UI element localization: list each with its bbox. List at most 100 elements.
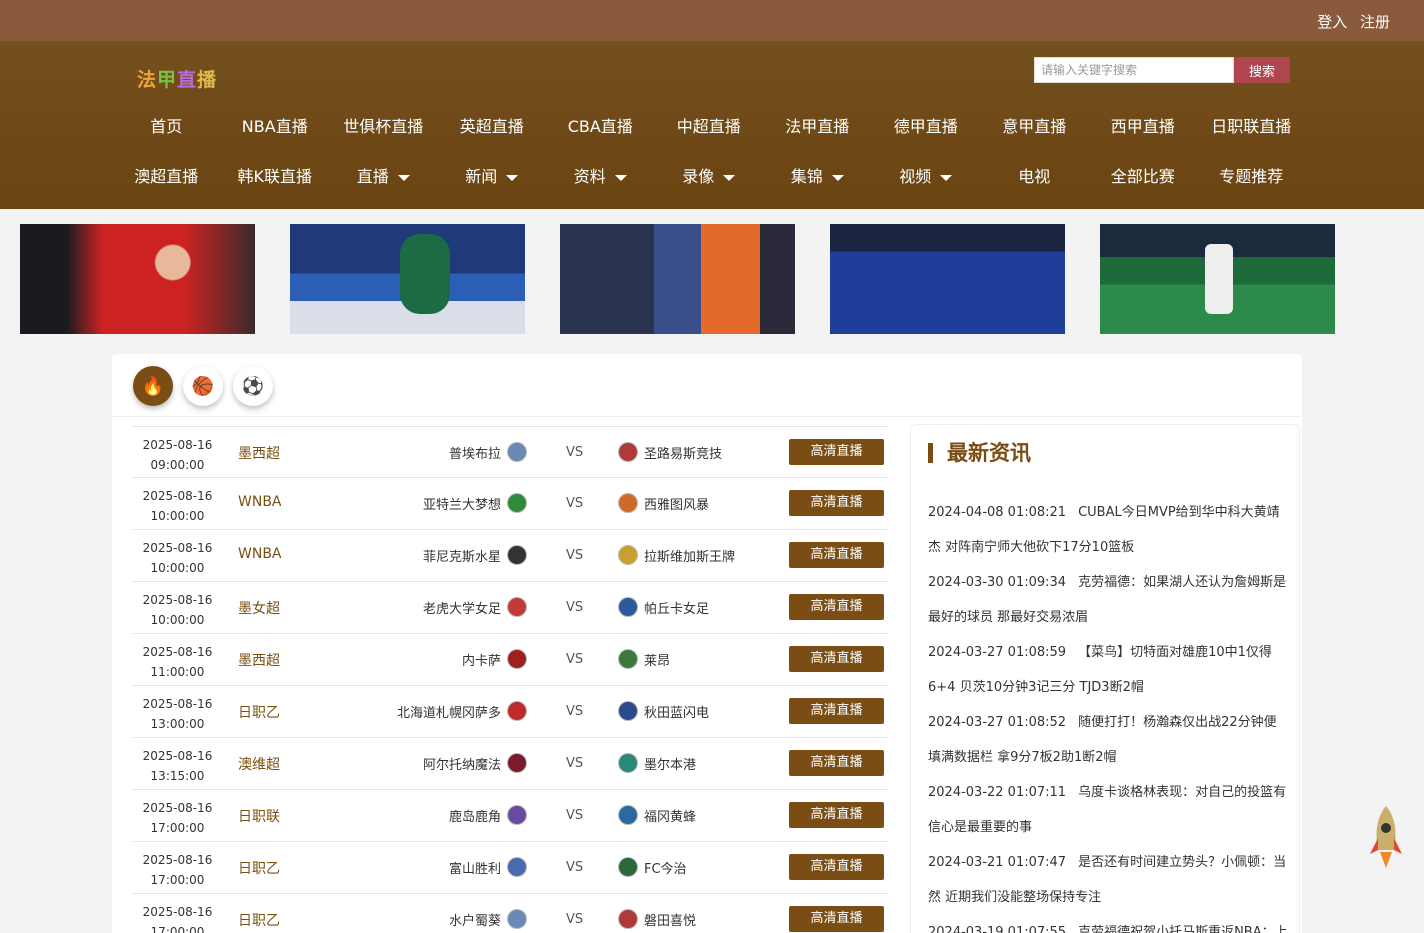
- league-name[interactable]: 澳维超: [238, 754, 280, 774]
- vs-label: VS: [566, 912, 584, 927]
- news-item[interactable]: 2024-03-22 01:07:11 乌度卡谈格林表现：对自己的投篮有信心是最重…: [928, 775, 1288, 845]
- nav-item[interactable]: 专题推荐: [1197, 166, 1306, 188]
- league-name[interactable]: 墨西超: [238, 443, 280, 463]
- news-time: 2024-03-27 01:08:59: [928, 645, 1067, 660]
- banner-image-football-player[interactable]: [20, 224, 255, 334]
- search-input[interactable]: [1034, 57, 1234, 83]
- fire-icon[interactable]: 🔥: [133, 366, 173, 406]
- nav-item[interactable]: 法甲直播: [763, 116, 872, 138]
- league-name[interactable]: WNBA: [238, 546, 282, 562]
- banner-image-football-match[interactable]: [1100, 224, 1335, 334]
- news-item[interactable]: 2024-04-08 01:08:21 CUBAL今日MVP给到华中科大黄靖杰 对…: [928, 495, 1288, 565]
- news-item[interactable]: 2024-03-27 01:08:52 随便打打！杨瀚森仅出战22分钟便填满数据栏…: [928, 705, 1288, 775]
- nav-item[interactable]: 意甲直播: [980, 116, 1089, 138]
- sport-tabs: 🔥 🏀 ⚽: [133, 366, 273, 406]
- league-name[interactable]: 日职乙: [238, 858, 280, 878]
- hd-live-button[interactable]: 高清直播: [789, 439, 884, 465]
- home-team[interactable]: 亚特兰大梦想: [423, 493, 527, 513]
- hd-live-button[interactable]: 高清直播: [789, 802, 884, 828]
- nav-item[interactable]: 日职联直播: [1197, 116, 1306, 138]
- away-team[interactable]: 莱昂: [618, 649, 670, 669]
- back-to-top-rocket-icon[interactable]: [1366, 804, 1406, 870]
- nav-item[interactable]: 集锦: [763, 166, 872, 188]
- login-link[interactable]: 登入: [1317, 13, 1347, 31]
- home-team[interactable]: 菲尼克斯水星: [423, 545, 527, 565]
- nav-item[interactable]: CBA直播: [546, 116, 655, 138]
- nav-item[interactable]: 全部比赛: [1089, 166, 1198, 188]
- hd-live-button[interactable]: 高清直播: [789, 542, 884, 568]
- hd-live-button[interactable]: 高清直播: [789, 698, 884, 724]
- hd-live-button[interactable]: 高清直播: [789, 594, 884, 620]
- news-item[interactable]: 2024-03-27 01:08:59 【菜鸟】切特面对雄鹿10中1仅得6+4 贝…: [928, 635, 1288, 705]
- hd-live-button[interactable]: 高清直播: [789, 646, 884, 672]
- divider: [112, 416, 1302, 417]
- hd-live-button[interactable]: 高清直播: [789, 854, 884, 880]
- away-team[interactable]: 秋田蓝闪电: [618, 701, 709, 721]
- away-team[interactable]: 圣路易斯竞技: [618, 442, 722, 462]
- news-time: 2024-03-19 01:07:55: [928, 925, 1067, 933]
- nav-item-label: 韩K联直播: [237, 167, 313, 186]
- nav-item[interactable]: 电视: [980, 166, 1089, 188]
- away-team[interactable]: 拉斯维加斯王牌: [618, 545, 735, 565]
- vs-label: VS: [566, 652, 584, 667]
- home-team[interactable]: 阿尔托纳魔法: [423, 753, 527, 773]
- nav-item[interactable]: 录像: [655, 166, 764, 188]
- news-item[interactable]: 2024-03-21 01:07:47 是否还有时间建立势头？小佩顿：当然 近期我…: [928, 845, 1288, 915]
- news-item[interactable]: 2024-03-19 01:07:55 克劳福德祝贺小托马斯重返NBA：上: [928, 915, 1288, 933]
- nav-item[interactable]: 德甲直播: [872, 116, 981, 138]
- home-team-name: 内卡萨: [461, 653, 501, 669]
- away-team[interactable]: 磐田喜悦: [618, 909, 696, 929]
- match-date: 2025-08-16: [142, 438, 213, 452]
- home-team[interactable]: 北海道札幌冈萨多: [397, 701, 527, 721]
- search-form: 搜索: [1034, 57, 1290, 83]
- away-team[interactable]: 福冈黄蜂: [618, 805, 696, 825]
- home-team[interactable]: 富山胜利: [449, 857, 527, 877]
- home-team[interactable]: 水户蜀葵: [449, 909, 527, 929]
- search-button[interactable]: 搜索: [1234, 57, 1290, 83]
- league-name[interactable]: 日职联: [238, 806, 280, 826]
- soccer-ball-icon[interactable]: ⚽: [233, 366, 273, 406]
- nav-item[interactable]: 中超直播: [655, 116, 764, 138]
- league-name[interactable]: 日职乙: [238, 702, 280, 722]
- nav-item[interactable]: NBA直播: [221, 116, 330, 138]
- league-name[interactable]: 墨西超: [238, 650, 280, 670]
- league-name[interactable]: 日职乙: [238, 910, 280, 930]
- home-team[interactable]: 内卡萨: [462, 649, 527, 669]
- nav-item[interactable]: 首页: [112, 116, 221, 138]
- nav-item[interactable]: 视频: [872, 166, 981, 188]
- home-team[interactable]: 老虎大学女足: [423, 597, 527, 617]
- match-row: 2025-08-16 11:00:00 墨西超 内卡萨 VS 莱昂 高清直播: [132, 634, 889, 686]
- nav-item[interactable]: 韩K联直播: [221, 166, 330, 188]
- league-name[interactable]: WNBA: [238, 494, 282, 510]
- away-team[interactable]: 墨尔本港: [618, 753, 696, 773]
- nav-item[interactable]: 直播: [329, 166, 438, 188]
- banner-image-trophy-celebration[interactable]: [830, 224, 1065, 334]
- hd-live-button[interactable]: 高清直播: [789, 906, 884, 932]
- home-team-logo-icon: [507, 545, 527, 565]
- away-team[interactable]: FC今治: [618, 857, 687, 877]
- home-team[interactable]: 普埃布拉: [449, 442, 527, 462]
- register-link[interactable]: 注册: [1360, 13, 1390, 31]
- news-item[interactable]: 2024-03-30 01:09:34 克劳福德：如果湖人还认为詹姆斯是最好的球员…: [928, 565, 1288, 635]
- league-name[interactable]: 墨女超: [238, 598, 280, 618]
- nav-item[interactable]: 资料: [546, 166, 655, 188]
- banner-image-basketball[interactable]: [290, 224, 525, 334]
- news-headline: 克劳福德祝贺小托马斯重返NBA：上: [1078, 925, 1288, 933]
- nav-item[interactable]: 澳超直播: [112, 166, 221, 188]
- caret-down-icon: [506, 174, 519, 181]
- away-team[interactable]: 西雅图风暴: [618, 493, 709, 513]
- hd-live-button[interactable]: 高清直播: [789, 750, 884, 776]
- nav-item[interactable]: 西甲直播: [1089, 116, 1198, 138]
- nav-item[interactable]: 新闻: [438, 166, 547, 188]
- hd-live-button[interactable]: 高清直播: [789, 490, 884, 516]
- away-team[interactable]: 帕丘卡女足: [618, 597, 709, 617]
- banner-image-nba[interactable]: [560, 224, 795, 334]
- nav-item[interactable]: 英超直播: [438, 116, 547, 138]
- nav-item[interactable]: 世俱杯直播: [329, 116, 438, 138]
- home-team[interactable]: 鹿岛鹿角: [449, 805, 527, 825]
- home-team-name: 老虎大学女足: [422, 601, 501, 617]
- site-logo[interactable]: 法甲直播: [137, 65, 217, 92]
- basketball-icon[interactable]: 🏀: [183, 366, 223, 406]
- match-date: 2025-08-16: [142, 645, 213, 659]
- nav-item-label: 电视: [1018, 167, 1051, 186]
